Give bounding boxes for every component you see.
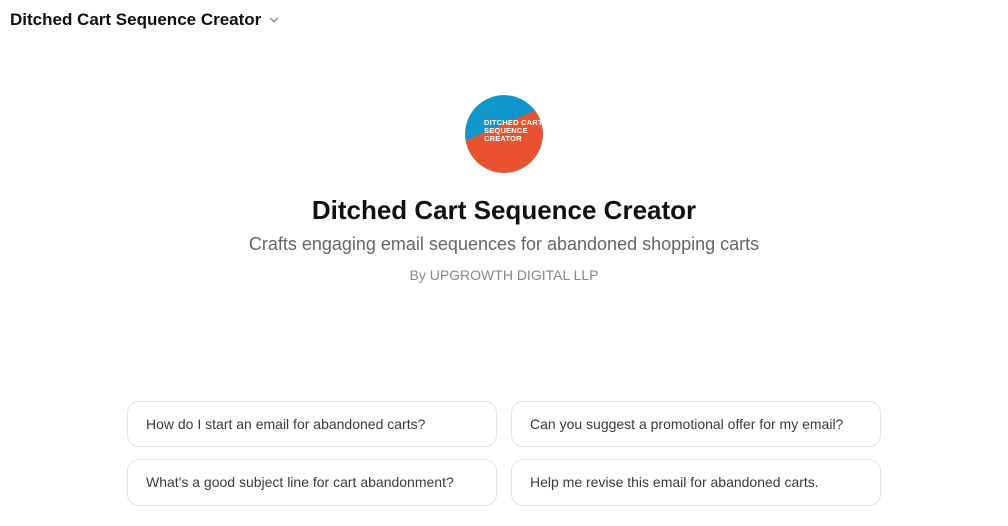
header-title[interactable]: Ditched Cart Sequence Creator (10, 10, 261, 30)
header-bar: Ditched Cart Sequence Creator (0, 0, 1008, 40)
prompt-suggestions: How do I start an email for abandoned ca… (127, 401, 881, 505)
prompt-card[interactable]: What's a good subject line for cart aban… (127, 459, 497, 505)
app-description: Crafts engaging email sequences for aban… (249, 232, 759, 257)
chevron-down-icon[interactable] (267, 13, 281, 27)
app-byline: By UPGROWTH DIGITAL LLP (409, 267, 598, 283)
app-title: Ditched Cart Sequence Creator (312, 195, 696, 226)
prompt-card[interactable]: Can you suggest a promotional offer for … (511, 401, 881, 447)
prompt-card[interactable]: How do I start an email for abandoned ca… (127, 401, 497, 447)
svg-text:CREATOR: CREATOR (484, 134, 522, 143)
app-logo: DITCHED CART SEQUENCE CREATOR (465, 95, 543, 173)
prompt-card[interactable]: Help me revise this email for abandoned … (511, 459, 881, 505)
main-content: DITCHED CART SEQUENCE CREATOR Ditched Ca… (0, 95, 1008, 506)
